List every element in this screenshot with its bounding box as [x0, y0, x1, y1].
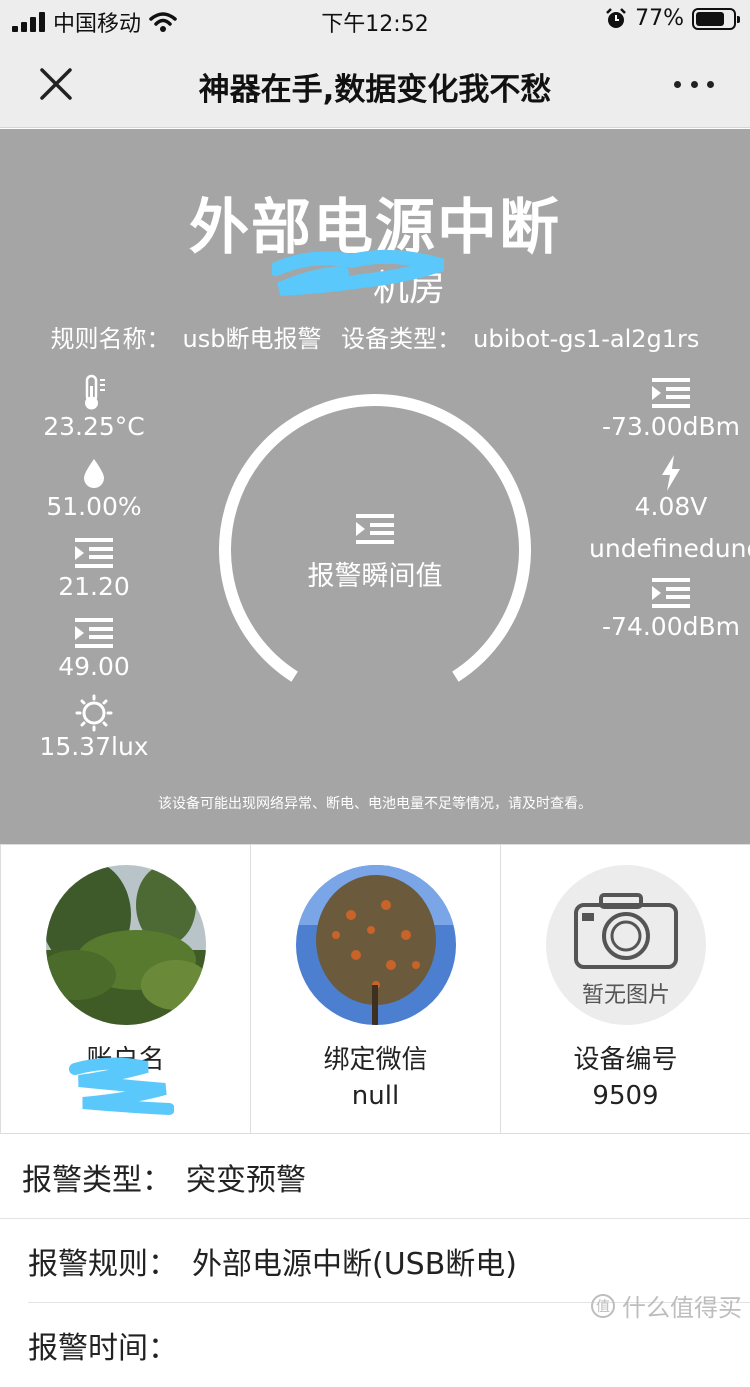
no-image-text: 暂无图片: [581, 983, 670, 1008]
persimmon-tree-photo: [296, 865, 456, 1025]
signal-value-1: -73.00dBm: [602, 412, 740, 441]
light-value: 15.37lux: [39, 732, 149, 761]
rule-value: usb断电报警: [182, 325, 322, 353]
lightning-icon: [662, 455, 680, 491]
metric-undefined: undefinedundefined: [589, 534, 750, 574]
device-type-value: ubibot-gs1-al2g1rs: [473, 325, 700, 353]
voltage-value: 4.08V: [634, 492, 708, 521]
metric-temperature: 23.25°C: [43, 374, 145, 454]
detail-row-type: 报警类型： 突变预警: [0, 1135, 750, 1219]
battery-percent: 77%: [635, 6, 684, 31]
account-card[interactable]: 账户名: [0, 845, 251, 1133]
sun-icon: [75, 694, 113, 732]
page-title: 神器在手,数据变化我不愁: [198, 72, 552, 108]
detail-value: 外部电源中断(USB断电): [192, 1246, 517, 1282]
right-metrics: -73.00dBm 4.08V undefinedundefined -74.0…: [586, 374, 750, 654]
device-card[interactable]: 暂无图片 设备编号 9509: [501, 845, 750, 1133]
generic-list-icon: [356, 514, 394, 544]
generic-list-icon: [652, 578, 690, 608]
device-placeholder: 暂无图片: [546, 865, 706, 1025]
metric-value-2: 49.00: [58, 652, 130, 681]
redaction-scribble: [272, 249, 444, 296]
more-icon: [674, 80, 681, 88]
redaction-scribble: [69, 1057, 174, 1115]
humidity-drop-icon: [83, 459, 104, 488]
rule-info: 规则名称： usb断电报警 设备类型： ubibot-gs1-al2g1rs: [0, 319, 750, 354]
battery-fill: [696, 11, 724, 26]
account-avatar: [46, 865, 206, 1025]
wechat-value: null: [351, 1081, 400, 1111]
detail-key: 报警类型：: [22, 1162, 172, 1198]
detail-key: 报警时间：: [28, 1331, 178, 1366]
wechat-avatar: [296, 865, 456, 1025]
alert-details: 报警类型： 突变预警 报警规则： 外部电源中断(USB断电) 报警时间：: [0, 1135, 750, 1387]
wechat-label: 绑定微信: [323, 1045, 428, 1075]
more-icon-dot: [707, 80, 714, 88]
metric-signal-1: -73.00dBm: [602, 374, 740, 454]
watermark-text: 什么值得买: [622, 1294, 742, 1322]
device-number-value: 9509: [592, 1081, 659, 1111]
tree-photo: [46, 865, 206, 1025]
detail-value: 突变预警: [186, 1162, 306, 1198]
temperature-value: 23.25°C: [43, 412, 145, 441]
metric-signal-2: -74.00dBm: [602, 574, 740, 654]
watermark: 值 什么值得买: [590, 1288, 742, 1323]
alert-panel: 外部电源中断 ■■机房 规则名称：usb断电报警 设备类型：ubibot-gs1…: [0, 129, 750, 844]
generic-list-icon: [74, 618, 113, 648]
device-number-label: 设备编号: [573, 1045, 678, 1075]
watermark-logo-icon: 值: [591, 1293, 615, 1318]
detail-key: 报警规则：: [28, 1246, 178, 1282]
device-type-label: 设备类型：: [341, 325, 462, 353]
battery-icon: [692, 7, 740, 30]
signal-value-2: -74.00dBm: [602, 612, 740, 641]
notice-text: 该设备可能出现网络异常、断电、电池电量不足等情况，请及时查看。: [158, 796, 592, 812]
thermometer-icon: [85, 374, 105, 410]
metric-light: 15.37lux: [39, 694, 149, 774]
info-cards: 账户名 绑定微信 null 暂无图片 设备编号 9509: [0, 844, 750, 1134]
more-button[interactable]: [674, 70, 714, 98]
alarm-clock-icon: [606, 7, 626, 28]
more-icon-dot: [690, 80, 698, 88]
metric-generic-2: 49.00: [58, 614, 130, 694]
svg-text:值: 值: [596, 1299, 610, 1315]
undefined-value: undefinedundefined: [589, 534, 750, 563]
status-right: 77%: [605, 6, 740, 31]
rule-label: 规则名称：: [50, 325, 171, 353]
wechat-card[interactable]: 绑定微信 null: [251, 845, 501, 1133]
status-bar: 中国移动 下午12:52 77%: [0, 0, 750, 40]
metric-voltage: 4.08V: [634, 454, 708, 534]
generic-list-icon: [652, 378, 690, 408]
nav-bar: 神器在手,数据变化我不愁: [0, 40, 750, 128]
